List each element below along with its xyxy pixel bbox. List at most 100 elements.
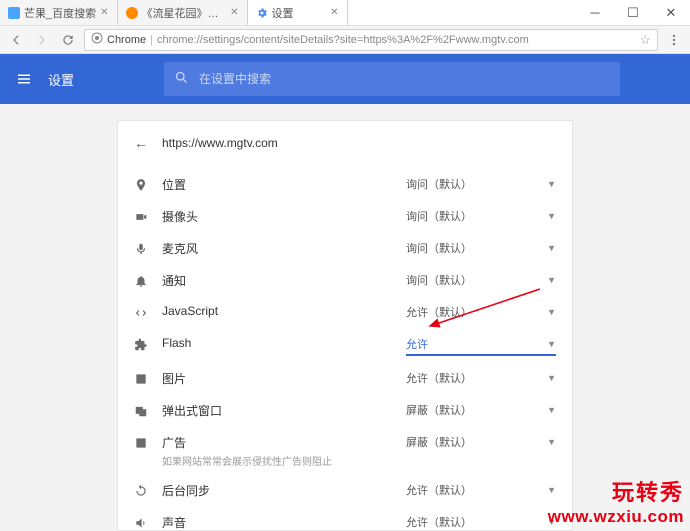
page-title: 设置 [48, 70, 74, 89]
forward-button[interactable] [32, 30, 52, 50]
chevron-down-icon: ▼ [547, 405, 556, 415]
permission-row: 通知 询问（默认） ▼ [118, 265, 572, 297]
window-controls: ─ ☐ ✕ [576, 0, 690, 25]
permission-label: 位置 [162, 176, 406, 193]
permission-value: 屏蔽（默认） [406, 434, 472, 450]
permission-row: JavaScript 允许（默认） ▼ [118, 297, 572, 329]
mic-icon [134, 240, 162, 256]
address-path: chrome://settings/content/siteDetails?si… [157, 34, 635, 46]
permission-select[interactable]: 允许（默认） ▼ [406, 370, 556, 388]
permission-value: 允许 [406, 336, 428, 352]
browser-tab-active[interactable]: 设置 ✕ [248, 0, 348, 25]
permission-select[interactable]: 允许（默认） ▼ [406, 482, 556, 500]
ads-icon [134, 434, 162, 450]
menu-button[interactable] [664, 30, 684, 50]
permission-row: 位置 询问（默认） ▼ [118, 169, 572, 201]
bell-icon [134, 272, 162, 288]
site-url: https://www.mgtv.com [162, 136, 278, 150]
permission-label: 通知 [162, 272, 406, 289]
chevron-down-icon: ▼ [547, 307, 556, 317]
settings-search[interactable] [164, 62, 620, 96]
permission-label: JavaScript [162, 304, 406, 318]
permission-value: 询问（默认） [406, 208, 472, 224]
site-details-card: ← https://www.mgtv.com 位置 询问（默认） ▼ 摄像头 询… [117, 120, 573, 531]
permission-row: 弹出式窗口 屏蔽（默认） ▼ [118, 395, 572, 427]
search-input[interactable] [199, 72, 610, 86]
permission-label: Flash [162, 336, 406, 350]
image-icon [134, 370, 162, 386]
chevron-down-icon: ▼ [547, 179, 556, 189]
tab-title: 《流星花园》苏甜合集三 [142, 5, 227, 21]
minimize-button[interactable]: ─ [576, 0, 614, 25]
permission-value: 询问（默认） [406, 272, 472, 288]
permission-label: 图片 [162, 370, 406, 387]
permission-row: Flash 允许 ▼ [118, 329, 572, 363]
bookmark-icon[interactable]: ☆ [639, 32, 651, 48]
permission-label: 广告 [162, 434, 406, 451]
permission-select[interactable]: 询问（默认） ▼ [406, 176, 556, 194]
permission-row: 摄像头 询问（默认） ▼ [118, 201, 572, 233]
permission-help: 如果网站常常会展示侵扰性广告则阻止 [162, 453, 406, 468]
permission-select[interactable]: 屏蔽（默认） ▼ [406, 434, 556, 452]
reload-button[interactable] [58, 30, 78, 50]
permission-value: 询问（默认） [406, 176, 472, 192]
chevron-down-icon: ▼ [547, 339, 556, 349]
tab-title: 芒果_百度搜索 [24, 5, 96, 21]
permission-select[interactable]: 允许 ▼ [406, 336, 556, 356]
permission-select[interactable]: 询问（默认） ▼ [406, 272, 556, 290]
close-icon[interactable]: ✕ [100, 8, 108, 18]
permission-label: 弹出式窗口 [162, 402, 406, 419]
settings-header: 设置 [0, 54, 690, 104]
permission-select[interactable]: 询问（默认） ▼ [406, 240, 556, 258]
permission-value: 允许（默认） [406, 370, 472, 386]
content-area: ← https://www.mgtv.com 位置 询问（默认） ▼ 摄像头 询… [0, 104, 690, 531]
browser-tab[interactable]: 《流星花园》苏甜合集三 ✕ [118, 0, 248, 25]
permission-select[interactable]: 屏蔽（默认） ▼ [406, 402, 556, 420]
permission-value: 允许（默认） [406, 304, 472, 320]
permission-label: 摄像头 [162, 208, 406, 225]
address-bar: Chrome | chrome://settings/content/siteD… [0, 26, 690, 54]
sync-icon [134, 482, 162, 498]
permission-value: 允许（默认） [406, 514, 472, 530]
address-scheme: Chrome [107, 34, 146, 46]
permission-value: 屏蔽（默认） [406, 402, 472, 418]
location-icon [134, 176, 162, 192]
maximize-button[interactable]: ☐ [614, 0, 652, 25]
chevron-down-icon: ▼ [547, 243, 556, 253]
chevron-down-icon: ▼ [547, 517, 556, 527]
window-titlebar: 芒果_百度搜索 ✕ 《流星花园》苏甜合集三 ✕ 设置 ✕ ─ ☐ ✕ [0, 0, 690, 26]
close-window-button[interactable]: ✕ [652, 0, 690, 25]
back-button[interactable] [6, 30, 26, 50]
popup-icon [134, 402, 162, 418]
chevron-down-icon: ▼ [547, 211, 556, 221]
permission-row: 声音 允许（默认） ▼ [118, 507, 572, 531]
permission-row: 图片 允许（默认） ▼ [118, 363, 572, 395]
search-icon [174, 70, 189, 88]
back-arrow-icon[interactable]: ← [134, 135, 148, 151]
tab-title: 设置 [272, 5, 327, 21]
permission-label: 后台同步 [162, 482, 406, 499]
permission-row: 麦克风 询问（默认） ▼ [118, 233, 572, 265]
permission-row: 后台同步 允许（默认） ▼ [118, 475, 572, 507]
hamburger-menu-button[interactable] [0, 70, 48, 88]
chrome-origin-icon [91, 32, 103, 47]
permission-value: 允许（默认） [406, 482, 472, 498]
address-field[interactable]: Chrome | chrome://settings/content/siteD… [84, 29, 658, 51]
permission-select[interactable]: 允许（默认） ▼ [406, 304, 556, 322]
permission-select[interactable]: 允许（默认） ▼ [406, 514, 556, 531]
permission-label: 麦克风 [162, 240, 406, 257]
chevron-down-icon: ▼ [547, 437, 556, 447]
code-icon [134, 304, 162, 320]
close-icon[interactable]: ✕ [230, 8, 238, 18]
puzzle-icon [134, 336, 162, 352]
sound-icon [134, 514, 162, 530]
permission-value: 询问（默认） [406, 240, 472, 256]
close-icon[interactable]: ✕ [330, 8, 338, 18]
chevron-down-icon: ▼ [547, 275, 556, 285]
favicon [126, 7, 138, 19]
permission-select[interactable]: 询问（默认） ▼ [406, 208, 556, 226]
favicon [8, 7, 20, 19]
site-header: ← https://www.mgtv.com [118, 121, 572, 169]
browser-tab[interactable]: 芒果_百度搜索 ✕ [0, 0, 118, 25]
permission-label: 声音 [162, 514, 406, 531]
